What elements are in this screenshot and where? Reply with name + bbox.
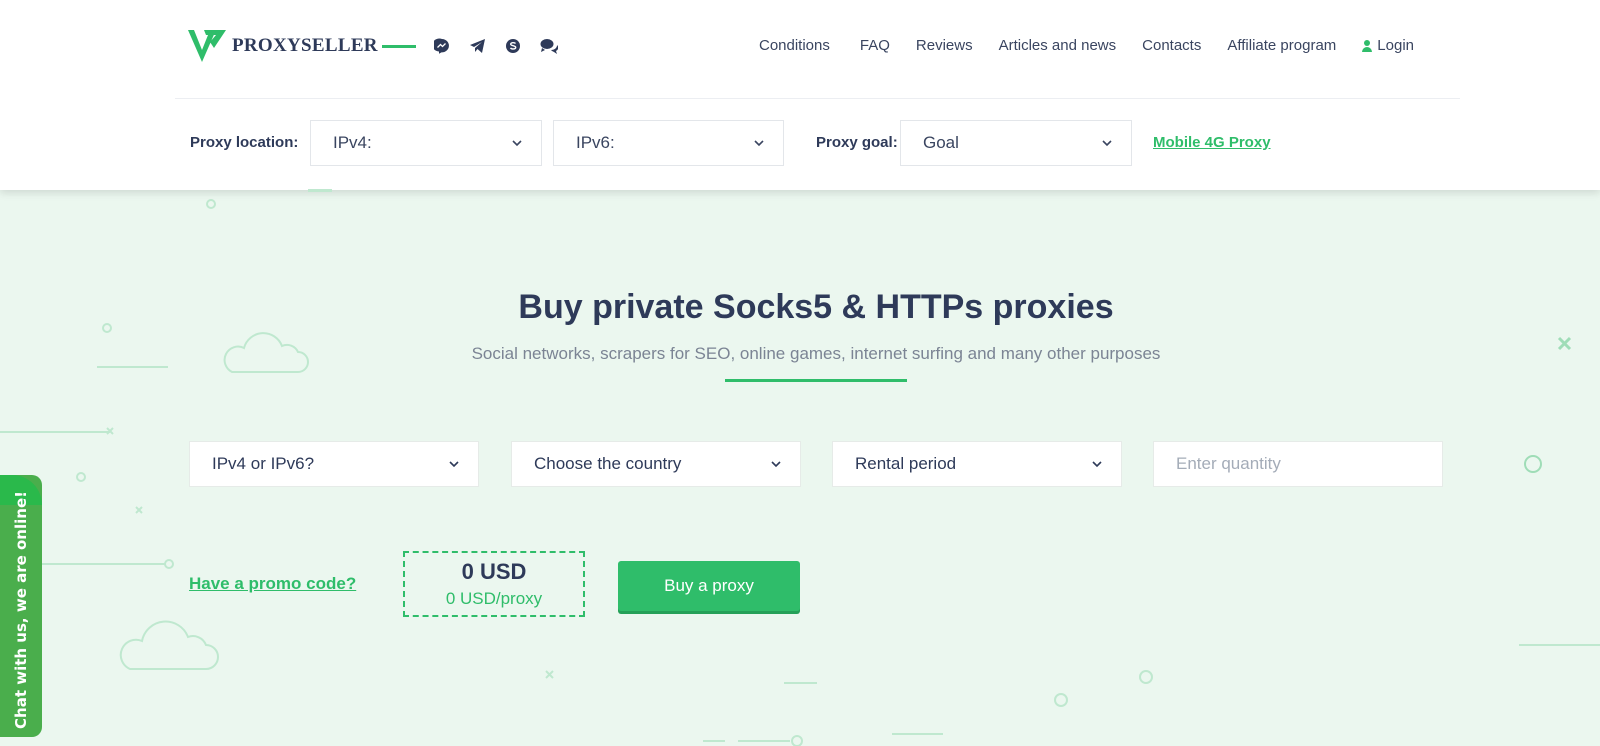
ipv6-location-select[interactable]: IPv6:: [553, 120, 784, 166]
skype-icon[interactable]: [503, 36, 523, 56]
country-select[interactable]: Choose the country: [511, 441, 801, 487]
protocol-select[interactable]: IPv4 or IPv6?: [189, 441, 479, 487]
login-label: Login: [1377, 37, 1414, 54]
rental-period-select[interactable]: Rental period: [832, 441, 1122, 487]
rental-period-value: Rental period: [855, 454, 957, 473]
proxy-goal-label: Proxy goal:: [816, 134, 898, 151]
brand-divider: [382, 45, 416, 48]
ipv4-select-value: IPv4:: [333, 133, 372, 152]
nav-contacts[interactable]: Contacts: [1142, 37, 1201, 54]
chevron-down-icon: [512, 140, 522, 147]
ipv6-select-value: IPv6:: [576, 133, 615, 152]
page-title: Buy private Socks5 & HTTPs proxies: [518, 288, 1114, 326]
promo-code-link[interactable]: Have a promo code?: [189, 574, 356, 594]
proxy-location-label: Proxy location:: [190, 134, 299, 151]
mobile-4g-proxy-link[interactable]: Mobile 4G Proxy: [1153, 134, 1271, 151]
page-subtitle: Social networks, scrapers for SEO, onlin…: [471, 344, 1161, 363]
user-icon: [1362, 39, 1373, 52]
chat-widget-tab[interactable]: Chat with us, we are online!: [0, 475, 42, 737]
decor-dash: [308, 189, 332, 192]
nav-articles[interactable]: Articles and news: [999, 37, 1117, 54]
price-per-proxy: 0 USD/proxy: [445, 589, 543, 608]
nav-affiliate[interactable]: Affiliate program: [1227, 37, 1336, 54]
goal-select[interactable]: Goal: [900, 120, 1132, 166]
nav-faq[interactable]: FAQ: [860, 37, 890, 54]
telegram-icon[interactable]: [467, 36, 487, 56]
nav-conditions[interactable]: Conditions: [759, 37, 830, 54]
quantity-placeholder: Enter quantity: [1176, 454, 1281, 473]
price-summary: 0 USD 0 USD/proxy: [403, 551, 585, 617]
chevron-down-icon: [754, 140, 764, 147]
title-underline: [725, 379, 907, 382]
chevron-down-icon: [1092, 461, 1102, 468]
brand-name: PROXYSELLER: [232, 35, 378, 56]
ipv4-location-select[interactable]: IPv4:: [310, 120, 542, 166]
header-divider: [175, 98, 1460, 99]
logo-icon: [188, 30, 226, 62]
messenger-icon[interactable]: [432, 36, 452, 56]
chat-bubbles-icon[interactable]: [539, 36, 559, 56]
quantity-input[interactable]: Enter quantity: [1153, 441, 1443, 487]
buy-proxy-button[interactable]: Buy a proxy: [618, 561, 800, 611]
total-price: 0 USD: [461, 559, 527, 584]
site-header: PROXYSELLER Conditions FAQ Reviews Artic…: [0, 0, 1600, 190]
login-link[interactable]: Login: [1362, 37, 1414, 54]
goal-select-value: Goal: [923, 133, 959, 152]
main-nav: Conditions FAQ Reviews Articles and news…: [733, 37, 1414, 54]
chevron-down-icon: [1102, 140, 1112, 147]
protocol-select-value: IPv4 or IPv6?: [212, 454, 315, 473]
logo[interactable]: PROXYSELLER: [188, 28, 378, 64]
nav-reviews[interactable]: Reviews: [916, 37, 973, 54]
country-select-value: Choose the country: [534, 454, 682, 473]
chat-widget-label: Chat with us, we are online!: [12, 491, 30, 729]
chevron-down-icon: [771, 461, 781, 468]
chevron-down-icon: [449, 461, 459, 468]
